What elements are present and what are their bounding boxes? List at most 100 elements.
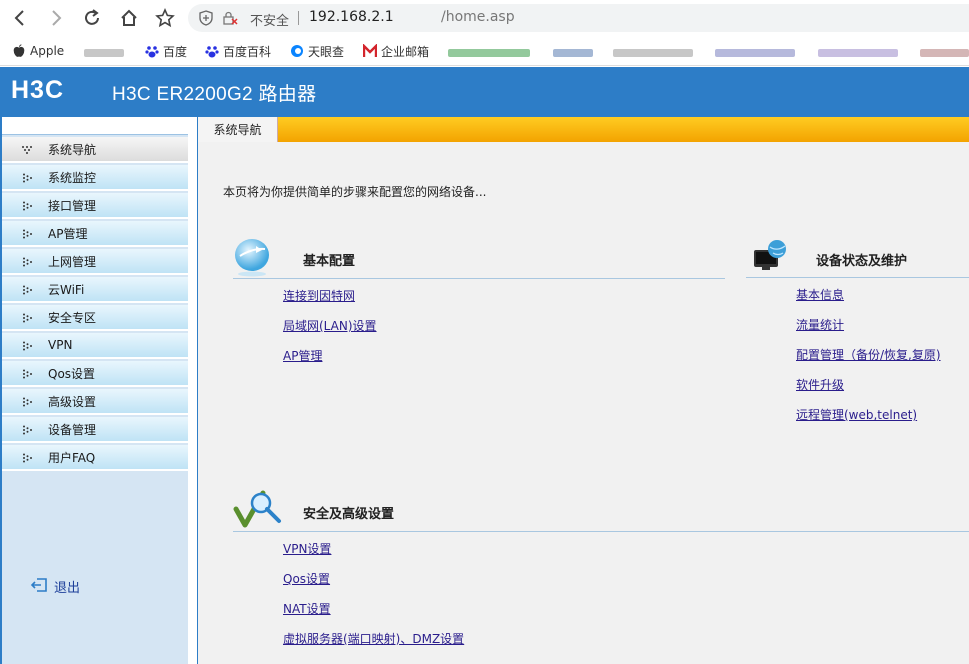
blurred-bookmark (715, 49, 795, 57)
tianyancha-icon (290, 44, 304, 58)
bookmarks-bar: Apple 百度 百度百科 天眼查 企业邮箱 (0, 36, 969, 66)
blurred-bookmark (448, 49, 530, 57)
insecure-lock-icon[interactable] (222, 10, 238, 29)
address-bar[interactable]: 不安全 192.168.2.1 /home.asp (188, 4, 969, 32)
section-title-basic: 基本配置 (303, 254, 356, 269)
tab-bar (198, 117, 969, 142)
baidu-paw-icon (145, 44, 159, 58)
section-title-status: 设备状态及维护 (816, 254, 908, 269)
bookmark-star-icon[interactable] (153, 6, 177, 30)
section-divider (233, 278, 725, 279)
sidebar-item-qos-settings[interactable]: Qos设置 (2, 361, 188, 387)
menu-bullet-icon (21, 228, 35, 239)
blurred-bookmark (920, 49, 969, 57)
section-divider (233, 531, 969, 532)
menu-bullet-icon (21, 452, 35, 463)
bookmark-label: 百度百科 (223, 44, 272, 59)
network-globe-icon (232, 236, 272, 281)
sidebar-item-label: 接口管理 (48, 198, 97, 213)
blurred-bookmark (553, 49, 593, 57)
bookmark-apple[interactable]: Apple (12, 42, 64, 60)
sidebar-item-system-monitor[interactable]: 系统监控 (2, 165, 188, 191)
baidu-paw-icon (205, 44, 219, 58)
sidebar-item-label: 用户FAQ (48, 450, 96, 465)
bookmark-baidu[interactable]: 百度 (145, 42, 187, 60)
blurred-bookmark (613, 49, 693, 57)
url-host[interactable]: 192.168.2.1 (309, 9, 394, 25)
link-ap-management[interactable]: AP管理 (283, 347, 322, 364)
h3c-logo: H3C (11, 76, 93, 104)
blurred-bookmark (84, 49, 124, 57)
intro-text: 本页将为你提供简单的步骤来配置您的网络设备... (223, 185, 487, 199)
link-virtual-server-dmz[interactable]: 虚拟服务器(端口映射)、DMZ设置 (283, 630, 464, 647)
sidebar-item-label: 系统监控 (48, 170, 97, 185)
sidebar-item-label: 设备管理 (48, 422, 97, 437)
sidebar-item-label: VPN (48, 338, 73, 352)
sidebar-item-label: 云WiFi (48, 282, 85, 297)
apple-icon (12, 44, 26, 58)
sidebar-item-device-management[interactable]: 设备管理 (2, 417, 188, 443)
link-traffic-stats[interactable]: 流量统计 (796, 316, 844, 333)
address-separator (298, 11, 299, 25)
link-config-management[interactable]: 配置管理（备份/恢复,复原) (796, 346, 941, 363)
menu-bullet-icon (21, 368, 35, 379)
logout-icon (30, 577, 48, 596)
sidebar-item-label: Qos设置 (48, 366, 96, 381)
product-title: H3C ER2200G2 路由器 (112, 84, 317, 105)
reload-icon[interactable] (80, 6, 104, 30)
link-connect-internet[interactable]: 连接到因特网 (283, 287, 355, 304)
sidebar-top-strip (2, 117, 188, 135)
section-divider (746, 277, 969, 278)
frame-divider (188, 117, 197, 664)
menu-bullet-icon (21, 200, 35, 211)
logout-button[interactable]: 退出 (30, 577, 80, 596)
link-lan-settings[interactable]: 局域网(LAN)设置 (283, 317, 377, 334)
tab-system-navigation[interactable]: 系统导航 (198, 117, 278, 142)
menu-bullet-icon (21, 424, 35, 435)
link-vpn-settings[interactable]: VPN设置 (283, 540, 331, 557)
sidebar-item-internet-management[interactable]: 上网管理 (2, 249, 188, 275)
menu-bullet-icon (21, 284, 35, 295)
sidebar-item-label: 系统导航 (48, 142, 97, 157)
security-status-text[interactable]: 不安全 (250, 10, 289, 29)
forward-icon[interactable] (44, 6, 68, 30)
back-icon[interactable] (8, 6, 32, 30)
sidebar-item-label: 高级设置 (48, 394, 97, 409)
browser-toolbar: 不安全 192.168.2.1 /home.asp (0, 0, 969, 36)
sidebar-item-label: 安全专区 (48, 310, 97, 325)
bookmark-enterprise-mail[interactable]: 企业邮箱 (362, 42, 430, 60)
link-qos-settings[interactable]: Qos设置 (283, 570, 330, 587)
bookmark-label: 百度 (163, 44, 188, 59)
bookmark-baidu-baike[interactable]: 百度百科 (205, 42, 271, 60)
monitor-globe-icon (752, 238, 790, 277)
sidebar-item-cloud-wifi[interactable]: 云WiFi (2, 277, 188, 303)
menu-bullet-icon (21, 172, 35, 183)
logo-text: H3C (11, 77, 64, 101)
sidebar-item-user-faq[interactable]: 用户FAQ (2, 445, 188, 471)
link-basic-info[interactable]: 基本信息 (796, 286, 844, 303)
sidebar-item-ap-management[interactable]: AP管理 (2, 221, 188, 247)
home-icon[interactable] (117, 6, 141, 30)
blurred-bookmark (818, 49, 898, 57)
link-remote-management[interactable]: 远程管理(web,telnet) (796, 406, 917, 423)
logout-label: 退出 (54, 581, 81, 596)
shield-icon[interactable] (198, 10, 214, 29)
link-nat-settings[interactable]: NAT设置 (283, 600, 331, 617)
menu-bullet-icon (21, 340, 35, 351)
link-software-upgrade[interactable]: 软件升级 (796, 376, 844, 393)
sidebar-item-system-navigation[interactable]: 系统导航 (2, 137, 188, 163)
bookmark-tianyancha[interactable]: 天眼查 (290, 42, 344, 60)
menu-bullet-icon (21, 256, 35, 267)
sidebar-item-interface-management[interactable]: 接口管理 (2, 193, 188, 219)
section-title-security: 安全及高级设置 (303, 507, 395, 522)
security-check-icon (233, 487, 283, 534)
bookmark-label: 企业邮箱 (381, 44, 430, 59)
sidebar-item-label: 上网管理 (48, 254, 97, 269)
bookmark-label: Apple (30, 44, 65, 58)
sidebar-item-label: AP管理 (48, 226, 88, 241)
url-path[interactable]: /home.asp (441, 9, 515, 25)
sidebar-item-security-zone[interactable]: 安全专区 (2, 305, 188, 331)
sidebar-item-advanced-settings[interactable]: 高级设置 (2, 389, 188, 415)
bookmark-label: 天眼查 (308, 44, 345, 59)
sidebar-item-vpn[interactable]: VPN (2, 333, 188, 359)
